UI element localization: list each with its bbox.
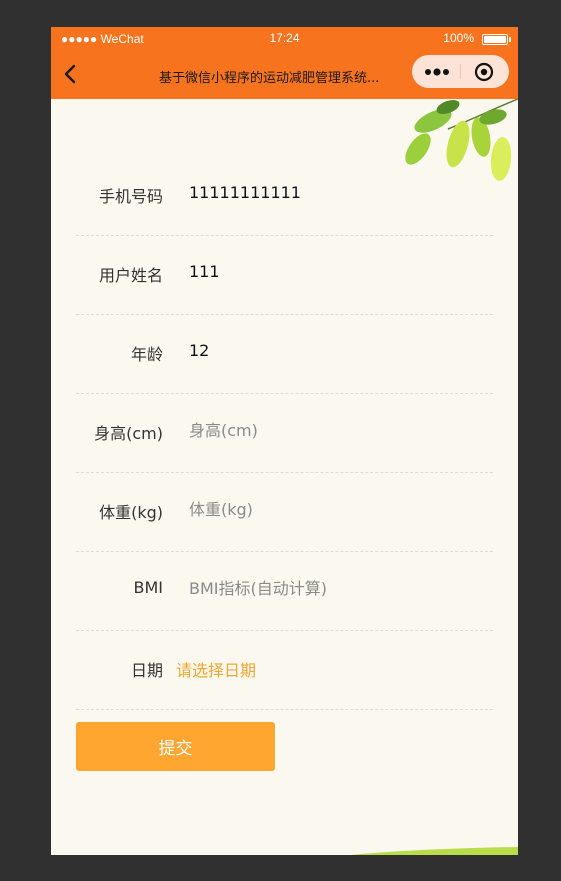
grass-decoration: [351, 847, 518, 855]
phone-screen: ●●●●● WeChat 17:24 100% 基于微信小程序的运动减肥管理系统…: [51, 27, 518, 855]
back-button[interactable]: [59, 62, 83, 86]
form-row-age: 年龄 12: [76, 315, 493, 394]
weight-input[interactable]: [189, 495, 479, 523]
height-label: 身高(cm): [94, 424, 163, 443]
date-label: 日期: [130, 661, 163, 680]
bmi-input[interactable]: [189, 574, 479, 602]
form-row-name: 用户姓名 111: [76, 236, 493, 315]
back-arrow-icon: [64, 64, 76, 84]
bmi-label: BMI: [133, 578, 164, 597]
profile-form: 手机号码 11111111111 用户姓名 111 年龄 12 身高(cm) 体…: [76, 157, 493, 710]
name-label: 用户姓名: [98, 266, 163, 285]
more-icon[interactable]: [424, 67, 450, 77]
form-row-phone: 手机号码 11111111111: [76, 157, 493, 236]
weight-label: 体重(kg): [99, 503, 163, 522]
status-bar: ●●●●● WeChat 17:24 100%: [51, 27, 518, 50]
phone-value: 11111111111: [189, 183, 301, 202]
age-label: 年龄: [130, 345, 163, 364]
close-miniprogram-icon[interactable]: [474, 62, 494, 82]
height-input[interactable]: [189, 416, 479, 444]
nav-bar: 基于微信小程序的运动减肥管理系统...: [51, 50, 518, 99]
name-value: 111: [189, 262, 220, 281]
form-row-weight: 体重(kg): [76, 473, 493, 552]
form-row-height: 身高(cm): [76, 394, 493, 473]
battery-icon: [482, 34, 511, 45]
phone-label: 手机号码: [98, 187, 163, 206]
submit-button[interactable]: 提交: [76, 722, 275, 771]
age-value: 12: [189, 341, 210, 360]
form-row-bmi: BMI: [76, 552, 493, 631]
form-row-date: 日期 请选择日期: [76, 631, 493, 710]
battery-percent: 100%: [443, 31, 474, 45]
capsule-menu: [412, 55, 509, 88]
date-picker[interactable]: 请选择日期: [176, 657, 256, 681]
page-title: 基于微信小程序的运动减肥管理系统...: [159, 71, 380, 86]
capsule-divider: [460, 64, 461, 79]
